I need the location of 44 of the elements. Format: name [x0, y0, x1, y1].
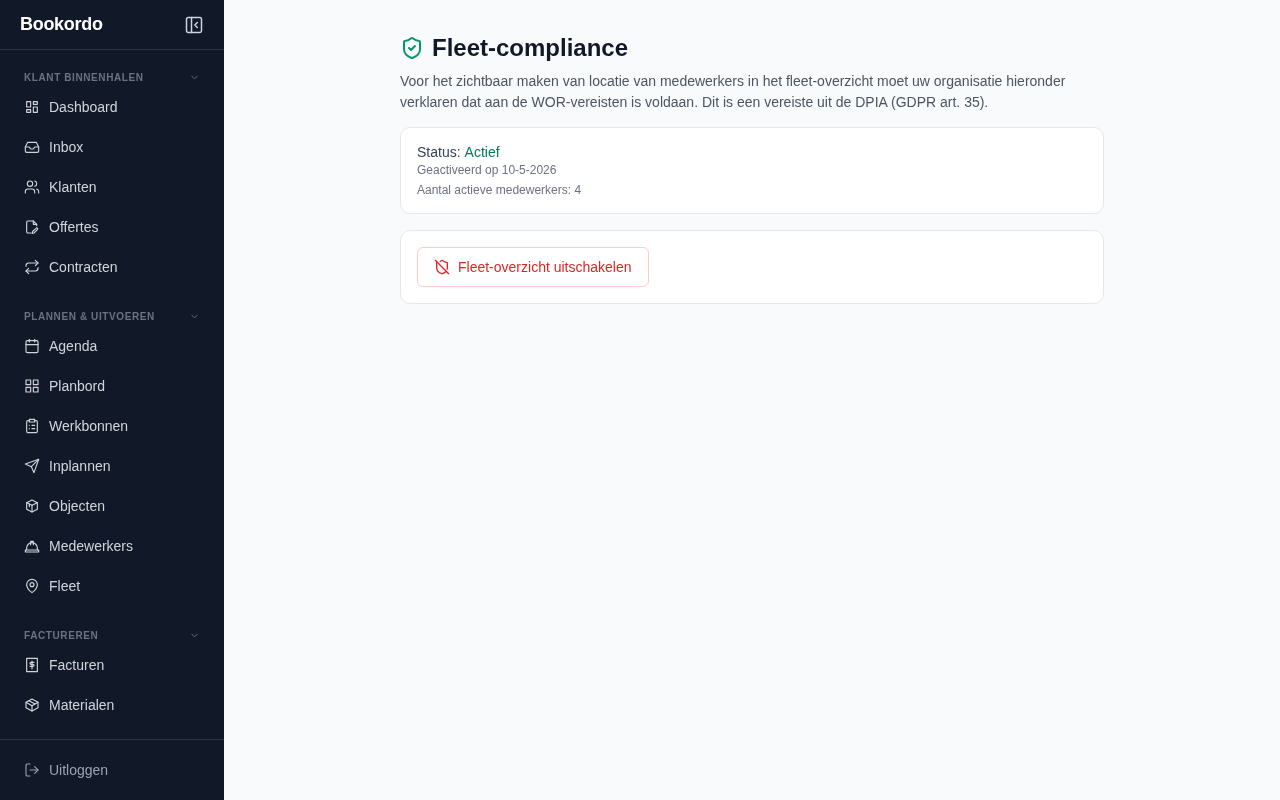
nav-item[interactable]: Planbord: [0, 366, 224, 406]
users-icon: [24, 179, 40, 195]
package-icon: [24, 697, 40, 713]
activation-date: Geactiveerd op 10-5-2026: [417, 163, 558, 177]
nav-item[interactable]: Contracten: [0, 247, 224, 287]
boxes-icon: [24, 498, 40, 514]
clipboard-icon: [24, 418, 40, 434]
section-heading: PLANNEN & UITVOEREN: [24, 311, 155, 322]
logout-link[interactable]: Uitloggen: [0, 750, 224, 790]
description-text: Voor het zichtbaar maken van locatie van medewerkers in het fleet-overzicht moet uw organisatie hieronder verklaren dat aan de WOR-vereisten is voldaan. Dit is een vereiste uit de DPIA (GDPR art. 35).: [400, 72, 1067, 112]
repeat-arrows-icon: [24, 259, 40, 275]
calendar-icon: [24, 338, 40, 354]
page-title: Fleet-compliance: [432, 34, 629, 62]
shield-check-icon: [400, 36, 424, 60]
nav-item[interactable]: Inplannen: [0, 446, 224, 486]
nav-item[interactable]: Facturen: [0, 645, 224, 685]
section-heading: KLANT BINNENHALEN: [24, 72, 144, 83]
disable-fleet-button[interactable]: Fleet-overzicht uitschakelen: [417, 247, 649, 287]
dashboard-icon: [24, 99, 40, 115]
nav-item[interactable]: Klanten: [0, 167, 224, 207]
nav-item[interactable]: Objecten: [0, 486, 224, 526]
paper-plane-icon: [24, 458, 40, 474]
nav-item[interactable]: Inbox: [0, 127, 224, 167]
status-value: Actief: [464, 144, 500, 160]
collapse-sidebar-icon[interactable]: [184, 14, 204, 35]
nav-item[interactable]: Materialen: [0, 685, 224, 725]
nav-item[interactable]: Werkbonnen: [0, 406, 224, 446]
employee-count: Aantal actieve medewerkers: 4: [417, 183, 583, 197]
document-edit-icon: [24, 219, 40, 235]
section-heading: FACTUREREN: [24, 630, 99, 641]
nav-item[interactable]: Fleet: [0, 566, 224, 606]
brand-logo: Bookordo: [20, 14, 103, 35]
map-pin-icon: [24, 578, 40, 594]
inbox-icon: [24, 139, 40, 155]
nav-item[interactable]: Dashboard: [0, 87, 224, 127]
logout-icon: [24, 762, 40, 778]
receipt-icon: [24, 657, 40, 673]
nav-item[interactable]: Offertes: [0, 207, 224, 247]
hard-hat-icon: [24, 538, 40, 554]
nav-item[interactable]: Agenda: [0, 326, 224, 366]
status-label: Status:: [417, 144, 461, 160]
grid-icon: [24, 378, 40, 394]
shield-off-icon: [434, 259, 450, 275]
nav-item[interactable]: Medewerkers: [0, 526, 224, 566]
